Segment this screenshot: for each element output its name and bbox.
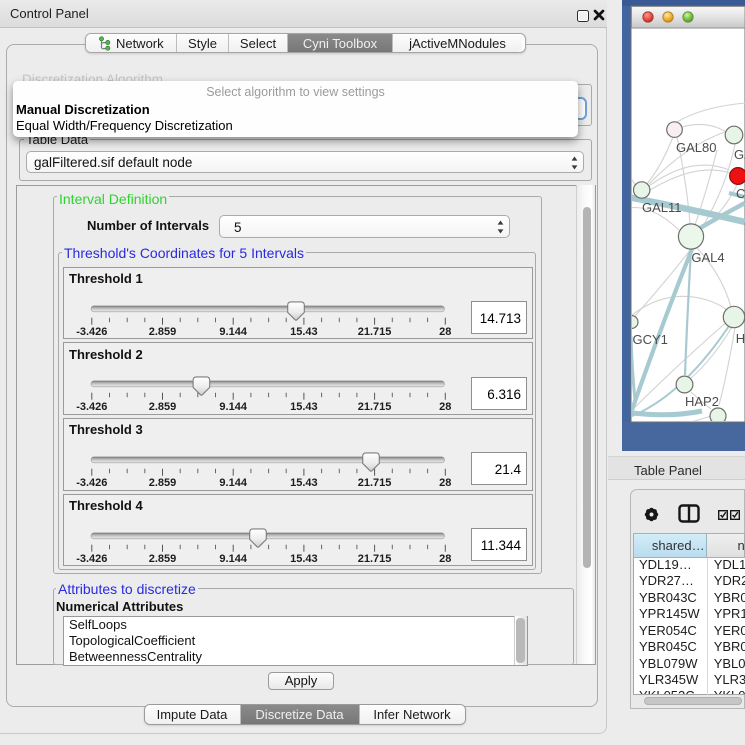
svg-text:28: 28 [439,401,451,413]
svg-text:21.715: 21.715 [358,401,392,413]
svg-text:2.859: 2.859 [149,477,177,489]
svg-text:GAL4: GAL4 [691,250,724,265]
svg-text:9.144: 9.144 [219,326,247,338]
svg-text:GAL80: GAL80 [676,140,716,155]
svg-text:15.43: 15.43 [290,401,318,413]
svg-text:-3.426: -3.426 [76,326,107,338]
svg-text:GAL11: GAL11 [642,200,682,215]
svg-text:15.43: 15.43 [290,477,318,489]
svg-text:15.43: 15.43 [290,553,318,565]
svg-text:15.43: 15.43 [290,326,318,338]
svg-text:9.144: 9.144 [219,477,247,489]
svg-text:H: H [736,331,745,346]
svg-text:2.859: 2.859 [149,401,177,413]
svg-text:9.144: 9.144 [219,553,247,565]
svg-text:21.715: 21.715 [358,326,392,338]
svg-text:HAP2: HAP2 [685,394,719,409]
svg-text:2.859: 2.859 [149,553,177,565]
svg-text:-3.426: -3.426 [76,553,107,565]
svg-text:-3.426: -3.426 [76,477,107,489]
svg-text:21.715: 21.715 [358,477,392,489]
svg-text:28: 28 [439,553,451,565]
svg-text:21.715: 21.715 [358,553,392,565]
svg-text:28: 28 [439,326,451,338]
svg-text:C: C [736,186,745,201]
svg-text:9.144: 9.144 [219,401,247,413]
svg-text:2.859: 2.859 [149,326,177,338]
svg-text:28: 28 [439,477,451,489]
svg-text:GA: GA [734,147,745,162]
svg-text:-3.426: -3.426 [76,401,107,413]
svg-text:GCY1: GCY1 [633,332,668,347]
